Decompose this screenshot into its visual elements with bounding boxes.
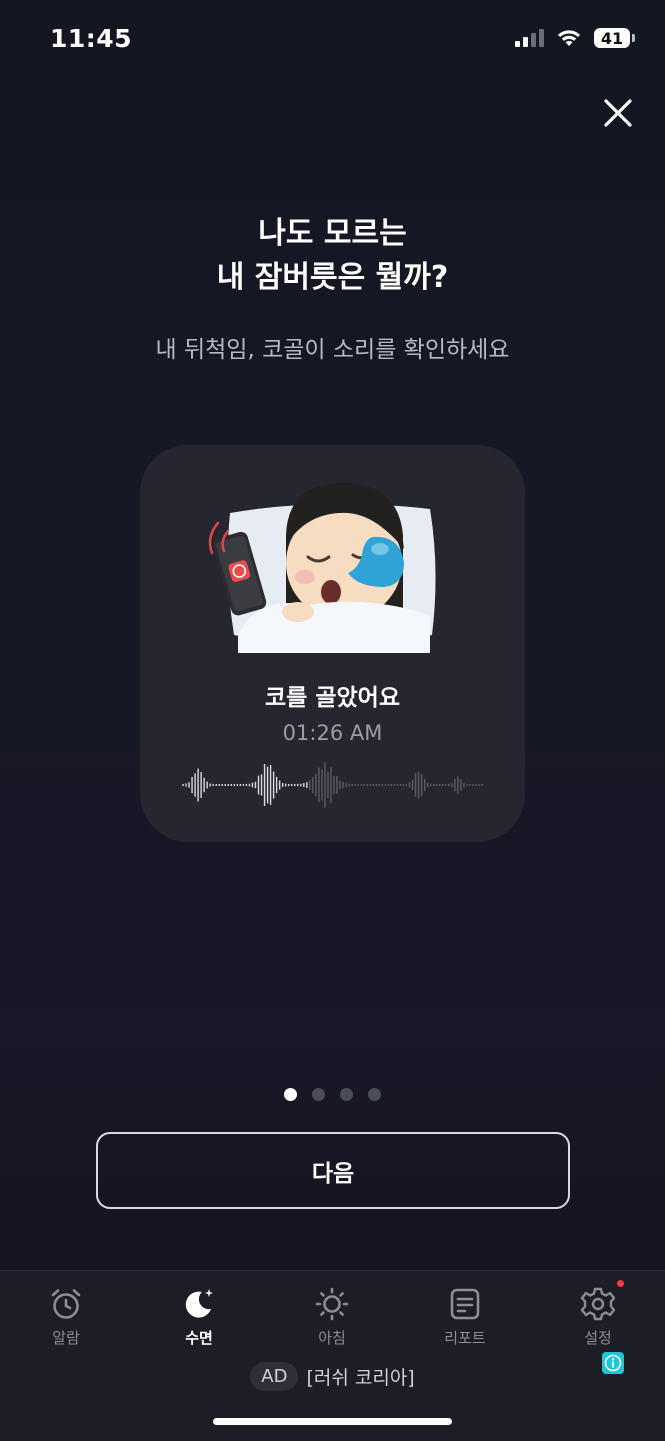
page-indicator <box>0 1088 665 1101</box>
page-dot <box>312 1088 325 1101</box>
sun-icon <box>315 1287 349 1321</box>
tab-sleep[interactable]: 수면 <box>149 1287 249 1348</box>
title-line-2: 내 잠버릇은 뭘까? <box>216 260 449 295</box>
status-icons: 41 <box>514 28 635 48</box>
event-title: 코를 골았어요 <box>265 685 400 711</box>
close-icon[interactable] <box>601 96 635 130</box>
tab-morning[interactable]: 아침 <box>282 1287 382 1348</box>
tab-alarm[interactable]: 알람 <box>16 1287 116 1348</box>
report-icon <box>450 1288 480 1320</box>
tab-label-sleep: 수면 <box>185 1329 213 1347</box>
wifi-icon <box>558 30 580 46</box>
snoring-preview-card: 코를 골았어요 01:26 AM <box>140 445 525 842</box>
tab-label-alarm: 알람 <box>52 1329 80 1347</box>
ad-banner[interactable]: AD [러쉬 코리아] <box>0 1362 665 1391</box>
event-time: 01:26 AM <box>282 721 383 745</box>
tab-report[interactable]: 리포트 <box>415 1287 515 1348</box>
ad-badge: AD <box>250 1362 299 1391</box>
tab-label-report: 리포트 <box>444 1329 486 1347</box>
alarm-clock-icon <box>51 1289 81 1319</box>
next-button[interactable]: 다음 <box>96 1132 570 1209</box>
page-subtitle: 내 뒤척임, 코골이 소리를 확인하세요 <box>155 337 510 363</box>
title-line-1: 나도 모르는 <box>258 216 407 251</box>
tab-label-morning: 아침 <box>318 1329 346 1347</box>
audio-waveform <box>182 762 483 808</box>
page-title: 나도 모르는 내 잠버릇은 뭘까? <box>0 212 665 300</box>
home-indicator[interactable] <box>213 1418 452 1425</box>
battery-level: 41 <box>594 28 630 48</box>
gear-icon <box>580 1287 616 1321</box>
tab-settings[interactable]: 설정 <box>548 1287 648 1348</box>
bottom-tab-bar: 알람 수면 아침 리포트 설정 <box>0 1270 665 1441</box>
tab-label-settings: 설정 <box>584 1329 612 1347</box>
ad-text: [러쉬 코리아] <box>306 1367 415 1389</box>
settings-notification-dot <box>617 1280 624 1287</box>
page-dot <box>340 1088 353 1101</box>
moon-stars-icon <box>185 1289 213 1318</box>
page-dot <box>284 1088 297 1101</box>
sleeping-person-illustration <box>208 483 436 653</box>
cellular-signal-icon <box>515 29 544 47</box>
battery-icon: 41 <box>594 28 635 48</box>
page-dot <box>368 1088 381 1101</box>
status-time: 11:45 <box>50 24 133 53</box>
